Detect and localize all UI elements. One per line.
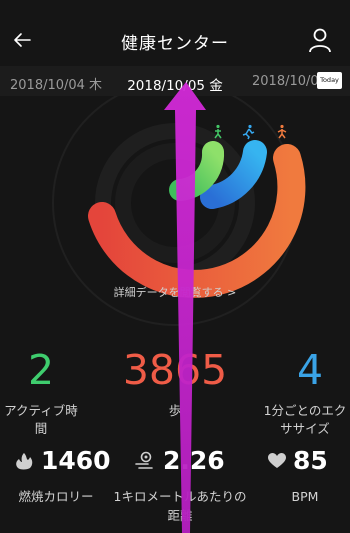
distance-value: 2.26 (163, 446, 225, 475)
steps-label: 歩 (168, 403, 182, 418)
exercise-minutes-label: 1分ごとのエクササイズ (263, 403, 347, 436)
view-details-link[interactable]: 詳細データを閲覧する > (0, 284, 350, 300)
distance-stat: 2.26 (134, 446, 225, 475)
calorie-icon (16, 452, 33, 469)
calories-value: 1460 (41, 446, 111, 475)
distance-icon (135, 451, 153, 469)
next-date[interactable]: 2018/10/06 (252, 74, 327, 89)
exercise-icon (277, 124, 287, 139)
page-title: 健康センター (121, 34, 229, 54)
heart-rate-label: BPM (291, 489, 319, 504)
calories-stat: 1460 (14, 446, 111, 475)
date-selector: 2018/10/04 木 2018/10/05 金 2018/10/06 (0, 66, 350, 96)
steps-value: 3865 (122, 346, 228, 394)
exercise-minutes-value: 4 (296, 346, 324, 394)
activity-rings (52, 96, 306, 326)
calories-label: 燃焼カロリー (18, 489, 94, 504)
distance-label: 1キロメートルあたりの距離 (113, 489, 247, 523)
heart-rate-stat: 85 (268, 446, 328, 475)
user-icon[interactable] (308, 27, 332, 53)
run-icon (242, 124, 255, 140)
today-button[interactable]: Today (317, 72, 342, 89)
active-hours-label: アクティブ時間 (4, 403, 78, 436)
active-hours-value: 2 (27, 346, 55, 394)
heart-icon (268, 452, 286, 468)
heart-rate-value: 85 (293, 446, 328, 475)
